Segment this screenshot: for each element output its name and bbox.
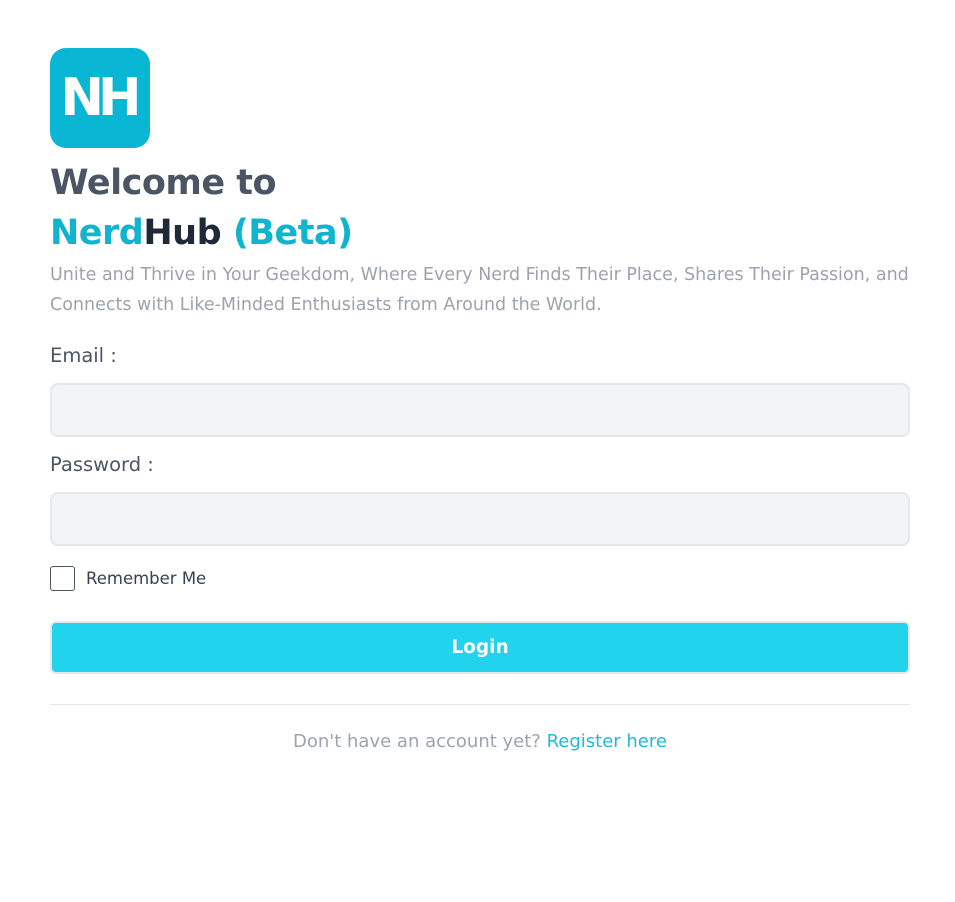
remember-me-label[interactable]: Remember Me bbox=[86, 569, 206, 588]
tagline: Unite and Thrive in Your Geekdom, Where … bbox=[50, 265, 909, 315]
brand-title: NerdHub (Beta) bbox=[50, 210, 353, 256]
welcome-heading: Welcome to bbox=[50, 163, 277, 203]
login-button[interactable]: Login bbox=[50, 621, 910, 674]
nerdhub-logo: NH bbox=[50, 48, 150, 148]
register-prompt: Don't have an account yet? Register here bbox=[50, 729, 910, 755]
remember-me[interactable]: Remember Me bbox=[50, 566, 206, 591]
password-field[interactable] bbox=[50, 492, 910, 546]
email-label: Email : bbox=[50, 344, 117, 367]
remember-me-checkbox[interactable] bbox=[50, 566, 75, 591]
brand-nerd: Nerd bbox=[50, 213, 144, 253]
logo-text: NH bbox=[60, 68, 141, 128]
register-link[interactable]: Register here bbox=[547, 731, 667, 752]
register-prompt-text: Don't have an account yet? bbox=[293, 731, 547, 752]
password-label: Password : bbox=[50, 453, 154, 476]
login-page: NH Welcome to NerdHub (Beta) Unite and T… bbox=[0, 0, 955, 902]
brand-beta: (Beta) bbox=[232, 213, 353, 253]
email-field[interactable] bbox=[50, 383, 910, 437]
brand-hub: Hub bbox=[143, 213, 222, 253]
divider bbox=[50, 704, 910, 705]
